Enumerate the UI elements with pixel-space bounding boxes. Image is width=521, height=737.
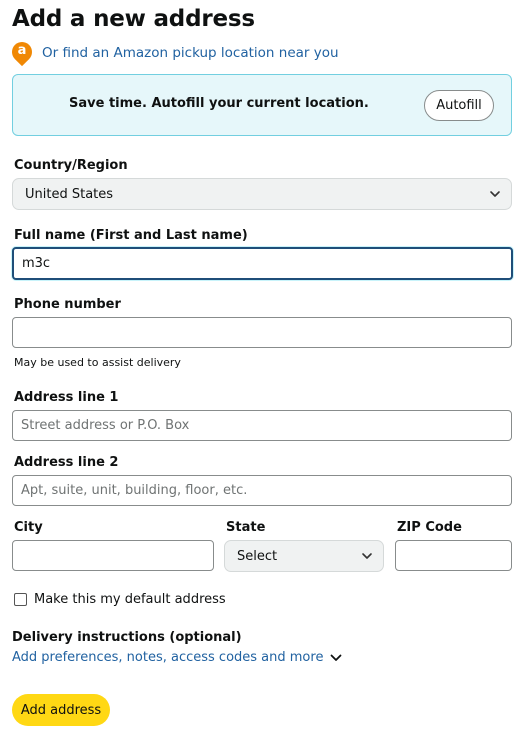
address-line-1-input[interactable]: Street address or P.O. Box: [12, 410, 512, 441]
chevron-down-icon: [362, 553, 372, 559]
pickup-location-row: a Or find an Amazon pickup location near…: [7, 37, 339, 67]
state-select-value: Select: [237, 548, 278, 564]
address-line-1-label: Address line 1: [14, 390, 119, 405]
autofill-banner: Save time. Autofill your current locatio…: [12, 74, 512, 136]
delivery-preferences-link[interactable]: Add preferences, notes, access codes and…: [12, 650, 342, 665]
autofill-message: Save time. Autofill your current locatio…: [69, 96, 369, 111]
phone-input[interactable]: [12, 317, 512, 348]
city-label: City: [14, 520, 43, 535]
state-label: State: [226, 520, 266, 535]
autofill-button[interactable]: Autofill: [424, 90, 494, 121]
phone-hint: May be used to assist delivery: [14, 356, 181, 369]
country-select[interactable]: United States: [12, 178, 512, 210]
zip-label: ZIP Code: [397, 520, 462, 535]
full-name-value: m3c: [22, 256, 51, 271]
country-label: Country/Region: [14, 158, 128, 173]
delivery-preferences-text[interactable]: Add preferences, notes, access codes and…: [12, 650, 323, 665]
default-address-label[interactable]: Make this my default address: [34, 592, 226, 607]
full-name-label: Full name (First and Last name): [14, 228, 248, 243]
zip-input[interactable]: [395, 540, 512, 571]
page-title: Add a new address: [12, 6, 255, 32]
address-line-2-placeholder: Apt, suite, unit, building, floor, etc.: [21, 483, 248, 498]
country-select-value: United States: [25, 186, 114, 202]
default-address-checkbox[interactable]: [14, 593, 27, 606]
add-address-button[interactable]: Add address: [12, 694, 110, 726]
chevron-down-icon[interactable]: [330, 652, 342, 664]
find-pickup-location-link[interactable]: Or find an Amazon pickup location near y…: [42, 45, 339, 61]
delivery-instructions-title: Delivery instructions (optional): [12, 630, 242, 645]
address-line-2-input[interactable]: Apt, suite, unit, building, floor, etc.: [12, 475, 512, 506]
address-line-2-label: Address line 2: [14, 455, 119, 470]
city-input[interactable]: [12, 540, 214, 571]
phone-label: Phone number: [14, 297, 121, 312]
chevron-down-icon: [490, 191, 500, 197]
state-select[interactable]: Select: [224, 540, 384, 572]
default-address-row: Make this my default address: [14, 592, 226, 607]
full-name-input[interactable]: m3c: [12, 247, 513, 280]
amazon-pin-icon: a: [7, 37, 37, 67]
address-line-1-placeholder: Street address or P.O. Box: [21, 418, 190, 433]
